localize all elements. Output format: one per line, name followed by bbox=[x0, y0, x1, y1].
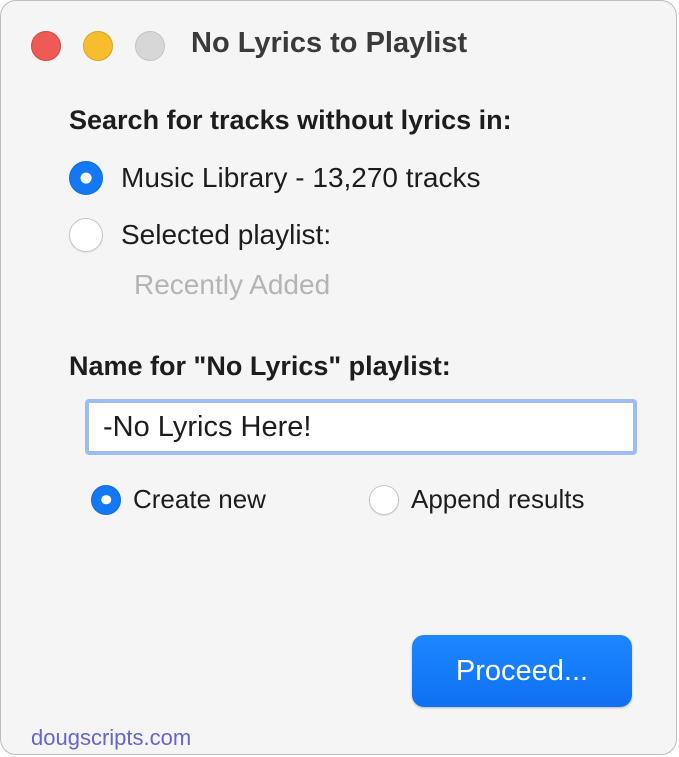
radio-create-new-label: Create new bbox=[133, 484, 266, 514]
radio-append-results-label: Append results bbox=[411, 484, 585, 514]
selected-playlist-name: Recently Added bbox=[134, 269, 331, 300]
radio-button-selected[interactable] bbox=[91, 484, 121, 515]
radio-selected-playlist-label: Selected playlist: bbox=[121, 219, 332, 250]
radio-append-results[interactable]: Append results bbox=[369, 484, 584, 515]
playlist-name-input[interactable] bbox=[103, 410, 619, 444]
close-window-button[interactable] bbox=[31, 31, 61, 61]
radio-music-library[interactable]: Music Library - 13,270 tracks bbox=[69, 161, 480, 195]
dougscripts-link[interactable]: dougscripts.com bbox=[31, 725, 191, 751]
playlist-name-field[interactable] bbox=[85, 399, 637, 455]
proceed-button[interactable]: Proceed... bbox=[412, 635, 632, 707]
window-title: No Lyrics to Playlist bbox=[191, 27, 468, 59]
zoom-window-button bbox=[135, 31, 165, 61]
radio-music-library-label: Music Library - 13,270 tracks bbox=[121, 162, 481, 193]
search-heading: Search for tracks without lyrics in: bbox=[69, 105, 512, 135]
radio-button-selected[interactable] bbox=[69, 161, 103, 195]
radio-button-unselected[interactable] bbox=[369, 484, 399, 515]
playlist-name-heading: Name for "No Lyrics" playlist: bbox=[69, 351, 451, 381]
radio-create-new[interactable]: Create new bbox=[91, 484, 266, 515]
minimize-window-button[interactable] bbox=[83, 31, 113, 61]
radio-selected-playlist[interactable]: Selected playlist: bbox=[69, 218, 331, 252]
radio-button-unselected[interactable] bbox=[69, 218, 103, 252]
dialog-window: No Lyrics to Playlist Search for tracks … bbox=[0, 0, 677, 755]
